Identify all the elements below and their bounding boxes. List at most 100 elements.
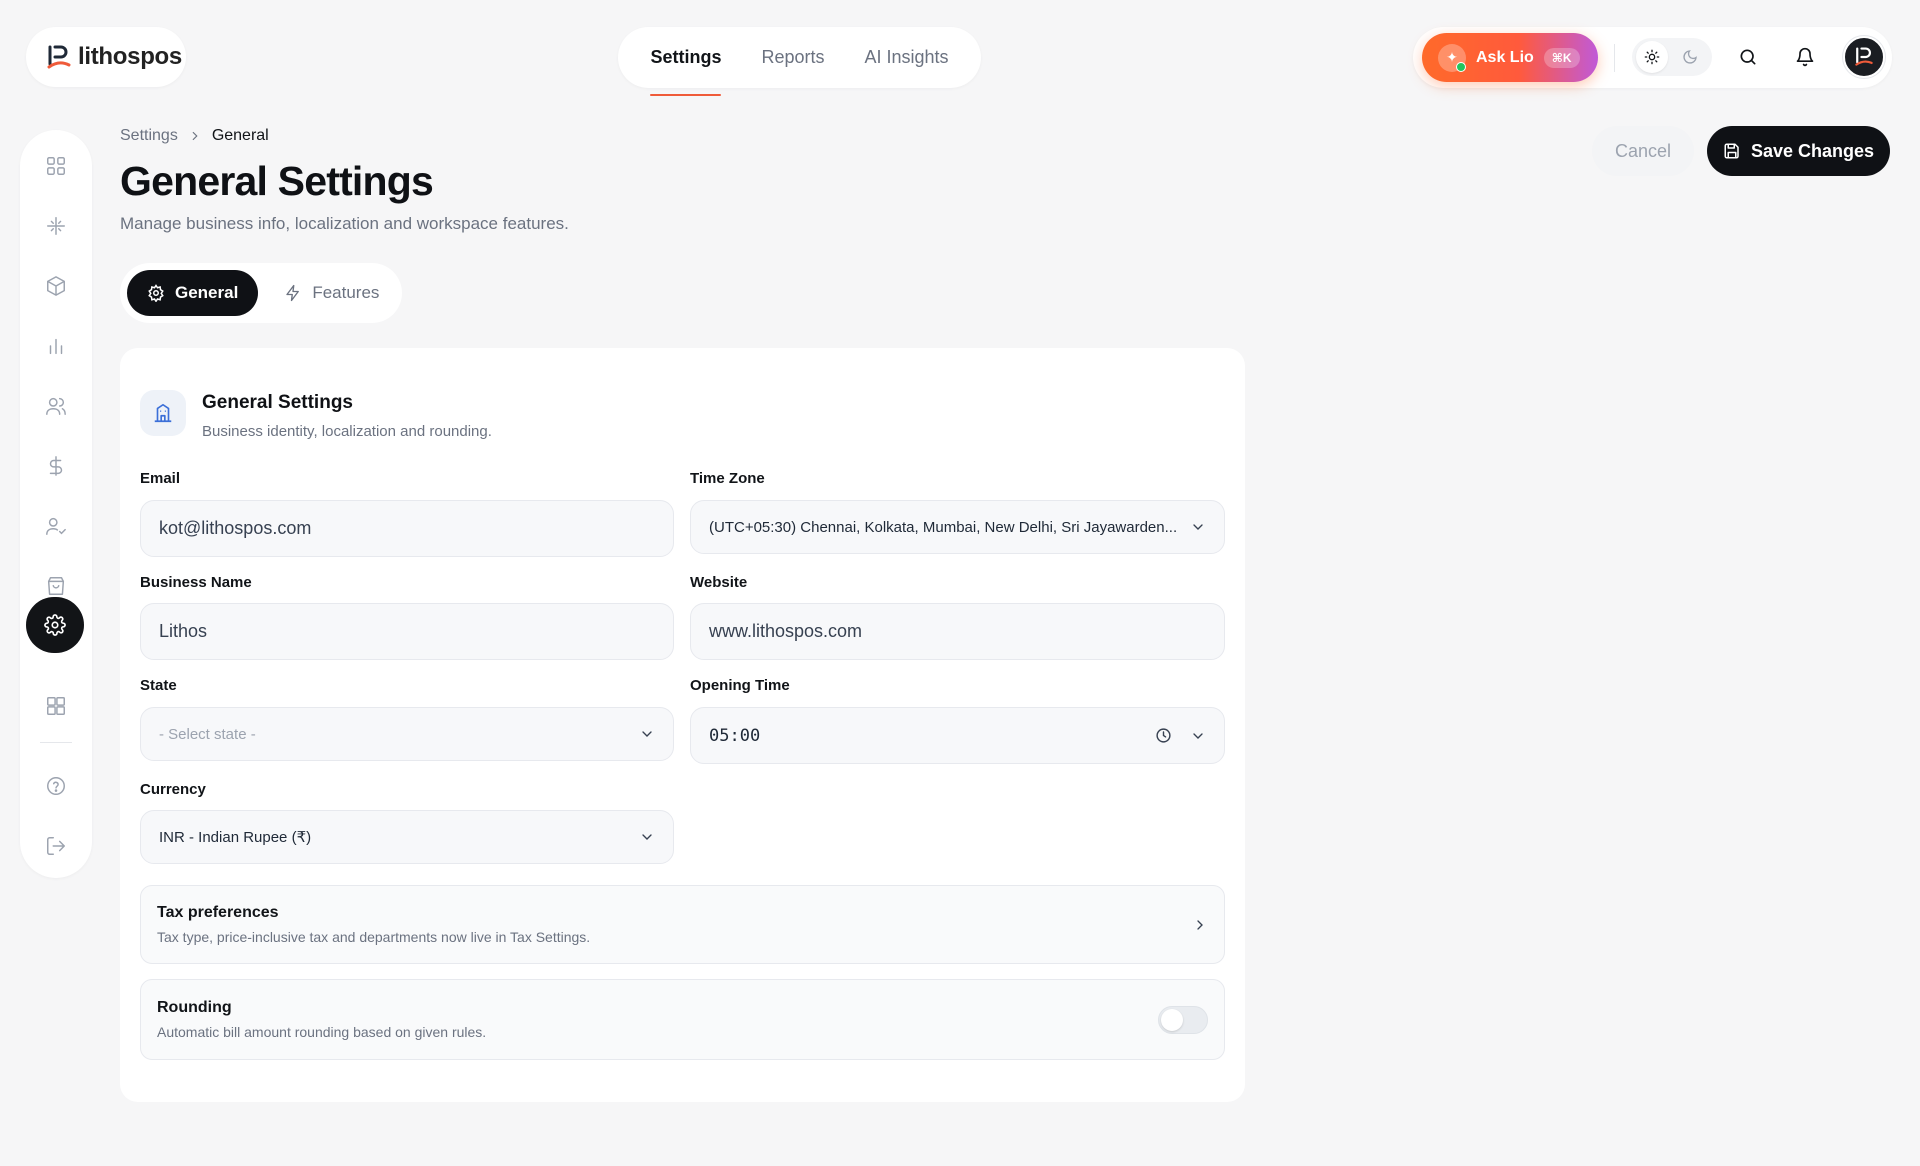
nav-tab-reports[interactable]: Reports bbox=[761, 27, 824, 88]
website-value: www.lithospos.com bbox=[709, 621, 863, 641]
header-divider bbox=[1614, 44, 1615, 72]
help-icon bbox=[45, 775, 67, 797]
website-label: Website bbox=[690, 574, 748, 591]
breadcrumb: Settings General bbox=[120, 127, 269, 145]
rounding-toggle[interactable] bbox=[1158, 1005, 1208, 1034]
gear-icon bbox=[147, 284, 165, 302]
page-subtitle: Manage business info, localization and w… bbox=[120, 214, 569, 233]
rounding-title: Rounding bbox=[157, 999, 232, 1016]
ask-lio-label: Ask Lio bbox=[1476, 48, 1534, 66]
user-check-icon bbox=[45, 515, 67, 537]
nav-tab-ai-insights[interactable]: AI Insights bbox=[865, 27, 949, 88]
business-name-value: Lithos bbox=[159, 621, 208, 641]
sidebar-divider bbox=[40, 742, 72, 743]
shortcut-badge: ⌘K bbox=[1543, 47, 1580, 68]
sidebar-item-products[interactable] bbox=[26, 264, 86, 308]
chevron-down-icon bbox=[639, 829, 655, 845]
dollar-icon bbox=[45, 455, 67, 477]
chevron-right-icon bbox=[188, 129, 202, 143]
sidebar-item-dashboard[interactable] bbox=[26, 144, 86, 188]
grid-icon bbox=[45, 155, 67, 177]
brand-name: lithospos bbox=[78, 43, 182, 70]
email-field[interactable]: kot@lithospos.com bbox=[140, 500, 674, 557]
tab-features[interactable]: Features bbox=[264, 270, 399, 316]
cancel-button[interactable]: Cancel bbox=[1592, 126, 1694, 176]
currency-value: INR - Indian Rupee (₹) bbox=[159, 829, 312, 846]
opening-time-value: 05:00 bbox=[709, 725, 761, 746]
currency-label: Currency bbox=[140, 781, 206, 798]
top-navigation: Settings Reports AI Insights bbox=[618, 27, 981, 96]
card-subtitle: Business identity, localization and roun… bbox=[202, 423, 492, 440]
clock-icon bbox=[1155, 727, 1172, 744]
lightning-icon bbox=[284, 284, 302, 302]
apps-icon bbox=[45, 695, 67, 717]
user-avatar[interactable] bbox=[1843, 36, 1885, 78]
search-button[interactable] bbox=[1730, 39, 1766, 75]
tab-general[interactable]: General bbox=[127, 270, 259, 316]
timezone-label: Time Zone bbox=[690, 470, 765, 487]
brand-logo[interactable]: lithospos bbox=[26, 27, 186, 87]
chevron-down-icon bbox=[1190, 519, 1206, 535]
timezone-value: (UTC+05:30) Chennai, Kolkata, Mumbai, Ne… bbox=[709, 518, 1178, 536]
sidebar-item-logout[interactable] bbox=[26, 824, 86, 868]
shopping-bag-icon bbox=[45, 575, 67, 597]
state-select[interactable]: - Select state - bbox=[140, 707, 674, 761]
state-placeholder: - Select state - bbox=[159, 725, 256, 743]
tab-features-label: Features bbox=[312, 283, 380, 302]
box-icon bbox=[45, 275, 67, 297]
sidebar-item-reports[interactable] bbox=[26, 324, 86, 368]
save-changes-label: Save Changes bbox=[1750, 140, 1875, 161]
timezone-select[interactable]: (UTC+05:30) Chennai, Kolkata, Mumbai, Ne… bbox=[690, 500, 1225, 554]
tax-preferences-row[interactable]: Tax preferences Tax type, price-inclusiv… bbox=[140, 885, 1225, 964]
business-name-label: Business Name bbox=[140, 574, 252, 591]
brand-mark-icon bbox=[46, 44, 72, 70]
sparkle-icon: ✦ bbox=[1438, 43, 1466, 72]
avatar-logo-icon bbox=[1853, 46, 1875, 68]
theme-toggle bbox=[1632, 38, 1712, 76]
nav-tab-settings[interactable]: Settings bbox=[650, 27, 722, 96]
users-icon bbox=[45, 395, 67, 417]
save-changes-button[interactable]: Save Changes bbox=[1707, 126, 1890, 176]
moon-icon bbox=[1682, 49, 1698, 65]
email-value: kot@lithospos.com bbox=[159, 518, 312, 538]
rounding-row: Rounding Automatic bill amount rounding … bbox=[140, 979, 1225, 1060]
bar-chart-icon bbox=[45, 335, 67, 357]
breadcrumb-settings[interactable]: Settings bbox=[120, 127, 178, 145]
sidebar-item-ai[interactable] bbox=[26, 204, 86, 248]
sun-icon bbox=[1644, 49, 1660, 65]
sidebar-item-apps[interactable] bbox=[26, 684, 86, 728]
tab-general-label: General bbox=[175, 283, 239, 302]
search-icon bbox=[1738, 47, 1758, 67]
ask-lio-button[interactable]: ✦ Ask Lio ⌘K bbox=[1422, 33, 1598, 82]
logout-icon bbox=[45, 835, 67, 857]
sidebar-item-help[interactable] bbox=[26, 764, 86, 808]
sidebar-item-staff[interactable] bbox=[26, 504, 86, 548]
opening-time-field[interactable]: 05:00 bbox=[690, 707, 1225, 764]
website-field[interactable]: www.lithospos.com bbox=[690, 603, 1225, 660]
sidebar-item-settings[interactable] bbox=[26, 597, 84, 653]
bell-icon bbox=[1795, 47, 1815, 67]
page-title: General Settings bbox=[120, 158, 434, 204]
sidebar-item-customers[interactable] bbox=[26, 384, 86, 428]
dark-mode-button[interactable] bbox=[1674, 41, 1706, 73]
light-mode-button[interactable] bbox=[1636, 41, 1668, 73]
card-title: General Settings bbox=[202, 392, 353, 413]
breadcrumb-current: General bbox=[211, 127, 269, 144]
opening-time-label: Opening Time bbox=[690, 677, 790, 694]
chevron-right-icon bbox=[1192, 917, 1208, 933]
tax-preferences-title: Tax preferences bbox=[157, 904, 279, 921]
state-label: State bbox=[140, 677, 177, 694]
notifications-button[interactable] bbox=[1787, 39, 1823, 75]
currency-select[interactable]: INR - Indian Rupee (₹) bbox=[140, 810, 674, 864]
tax-preferences-subtitle: Tax type, price-inclusive tax and depart… bbox=[157, 929, 591, 945]
settings-icon bbox=[44, 614, 66, 636]
email-label: Email bbox=[140, 470, 181, 487]
sidebar-item-finance[interactable] bbox=[26, 444, 86, 488]
rounding-subtitle: Automatic bill amount rounding based on … bbox=[157, 1024, 487, 1040]
sidebar bbox=[20, 130, 92, 878]
settings-tabs: General Features bbox=[120, 263, 402, 323]
business-name-field[interactable]: Lithos bbox=[140, 603, 674, 660]
chevron-down-icon bbox=[1190, 728, 1206, 744]
building-icon bbox=[140, 390, 186, 436]
save-icon bbox=[1723, 142, 1741, 160]
